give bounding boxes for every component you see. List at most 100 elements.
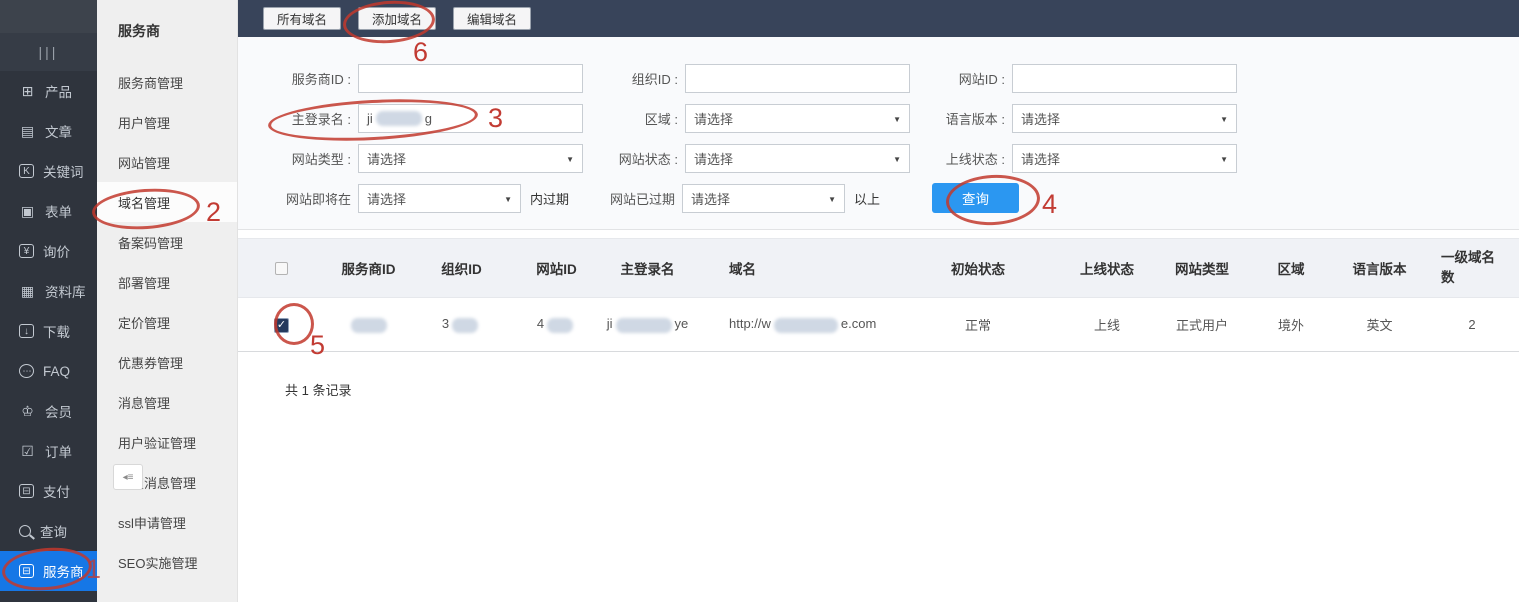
sidebar-item-query[interactable]: 查询: [0, 511, 97, 551]
language-label: 语言版本 :: [910, 109, 1012, 128]
region-select[interactable]: 请选择 ▼: [685, 104, 910, 133]
chevron-down-icon: ▼: [1220, 115, 1228, 124]
cell-top-domain-count[interactable]: 2: [1425, 317, 1519, 332]
submenu-item-user-management[interactable]: 用户管理: [97, 102, 237, 142]
header-org-id: 组织ID: [412, 258, 511, 278]
submenu-item-pricing-management[interactable]: 定价管理: [97, 302, 237, 342]
sidebar-item-icon: [19, 525, 31, 537]
header-online-status: 上线状态: [1058, 258, 1156, 278]
sidebar-item-articles[interactable]: ▤ 文章: [0, 111, 97, 151]
topbar-button-label: 添加域名: [372, 13, 422, 27]
sidebar-item-icon: ▦: [19, 283, 36, 299]
sidebar-item-forms[interactable]: ▣ 表单: [0, 191, 97, 231]
submenu-item-coupon-management[interactable]: 优惠券管理: [97, 342, 237, 382]
login-name-label: 主登录名 :: [260, 109, 358, 128]
chevron-down-icon: ▼: [828, 195, 836, 204]
submenu-item-label: 服务商管理: [118, 73, 183, 92]
cell-site-type: 正式用户: [1156, 315, 1248, 334]
language-select[interactable]: 请选择 ▼: [1012, 104, 1237, 133]
cell-provider-id: [325, 316, 412, 332]
login-name-value-prefix: ji: [367, 111, 373, 126]
provider-id-input[interactable]: [358, 64, 583, 93]
sidebar-item-download[interactable]: ↓ 下载: [0, 311, 97, 351]
sidebar-item-faq[interactable]: ⋯ FAQ: [0, 351, 97, 391]
sidebar-item-label: 订单: [45, 441, 72, 461]
region-select-value: 请选择: [694, 109, 733, 128]
sidebar-item-icon: ▤: [19, 123, 36, 139]
provider-id-label: 服务商ID :: [260, 69, 358, 88]
sidebar-item-payment[interactable]: ⊟ 支付: [0, 471, 97, 511]
redaction-blur: [376, 111, 422, 126]
expired-suffix: 以上: [854, 189, 880, 208]
submenu-item-provider-management[interactable]: 服务商管理: [97, 62, 237, 102]
site-status-select-value: 请选择: [694, 149, 733, 168]
topbar-button-add-domain[interactable]: 添加域名: [358, 7, 436, 30]
site-id-input[interactable]: [1012, 64, 1237, 93]
submenu-item-label: 备案码管理: [118, 233, 183, 252]
sidebar-item-keywords[interactable]: K 关键词: [0, 151, 97, 191]
topbar-button-edit-domain[interactable]: 编辑域名: [453, 7, 531, 30]
sidebar-item-label: 表单: [45, 201, 72, 221]
header-provider-id: 服务商ID: [325, 258, 412, 278]
site-type-select[interactable]: 请选择 ▼: [358, 144, 583, 173]
sidebar-item-label: 查询: [40, 521, 67, 541]
submenu-item-label: 优惠券管理: [118, 353, 183, 372]
sidebar-item-icon: ⋯: [19, 364, 34, 378]
topbar-button-all-domains[interactable]: 所有域名: [263, 7, 341, 30]
submenu-item-deployment-management[interactable]: 部署管理: [97, 262, 237, 302]
search-button[interactable]: 查询: [932, 183, 1019, 213]
primary-sidebar: ||| ⊞ 产品 ▤ 文章 K 关键词 ▣ 表单 ¥ 询价 ▦ 资料库 ↓: [0, 0, 97, 602]
sidebar-item-label: 关键词: [43, 161, 84, 181]
submenu-item-ssl-application-management[interactable]: ssl申请管理: [97, 502, 237, 542]
expired-select[interactable]: 请选择 ▼: [682, 184, 845, 213]
sidebar-item-icon: ♔: [19, 403, 36, 419]
sidebar-item-orders[interactable]: ☑ 订单: [0, 431, 97, 471]
submenu-item-seo-implementation-management[interactable]: SEO实施管理: [97, 542, 237, 582]
login-name-input[interactable]: ji g: [358, 104, 583, 133]
sidebar-corner: [0, 0, 97, 33]
submenu-item-message-management[interactable]: 消息管理: [97, 382, 237, 422]
menu-bars-icon[interactable]: |||: [0, 33, 97, 71]
sidebar-item-icon: ☑: [19, 443, 36, 459]
expire-in-suffix: 内过期: [530, 189, 569, 208]
online-status-label: 上线状态 :: [910, 149, 1012, 168]
cell-login-name: jiye: [602, 316, 693, 332]
collapse-sidebar-button[interactable]: ◂≡: [113, 464, 143, 490]
topbar-button-label: 所有域名: [277, 13, 327, 27]
expire-in-label: 网站即将在: [260, 189, 358, 208]
sidebar-item-members[interactable]: ♔ 会员: [0, 391, 97, 431]
sidebar-item-label: 产品: [45, 81, 72, 101]
submenu-item-website-management[interactable]: 网站管理: [97, 142, 237, 182]
sidebar-item-products[interactable]: ⊞ 产品: [0, 71, 97, 111]
sidebar-item-icon: ▣: [19, 203, 36, 219]
header-language: 语言版本: [1334, 258, 1425, 278]
cell-domain-link[interactable]: http://we.com: [693, 316, 898, 332]
secondary-nav: 服务商管理 用户管理 网站管理 域名管理 备案码管理 部署管理 定价管理 优惠券…: [97, 62, 237, 582]
row-checkbox[interactable]: ✓: [274, 318, 289, 333]
sidebar-item-icon: ¥: [19, 244, 34, 258]
expire-in-select[interactable]: 请选择 ▼: [358, 184, 521, 213]
submenu-item-user-verification-management[interactable]: 用户验证管理: [97, 422, 237, 462]
submenu-item-label: 网站管理: [118, 153, 170, 172]
sidebar-item-icon: ⊟: [19, 484, 34, 498]
sidebar-item-service-provider[interactable]: ⊟ 服务商: [0, 551, 97, 591]
chevron-down-icon: ▼: [893, 155, 901, 164]
select-all-checkbox[interactable]: [275, 262, 288, 275]
submenu-item-icp-code-management[interactable]: 备案码管理: [97, 222, 237, 262]
online-status-select[interactable]: 请选择 ▼: [1012, 144, 1237, 173]
cell-site-id: 4: [511, 316, 602, 332]
submenu-item-label: ssl申请管理: [118, 513, 186, 532]
site-id-label: 网站ID :: [910, 69, 1012, 88]
expired-label: 网站已过期: [569, 189, 682, 208]
sidebar-item-inquiry[interactable]: ¥ 询价: [0, 231, 97, 271]
table-header: 服务商ID 组织ID 网站ID 主登录名 域名 初始状态 上线状态 网站类型 区…: [238, 238, 1519, 298]
sidebar-item-library[interactable]: ▦ 资料库: [0, 271, 97, 311]
header-login-name: 主登录名: [602, 258, 693, 278]
site-status-select[interactable]: 请选择 ▼: [685, 144, 910, 173]
org-id-input[interactable]: [685, 64, 910, 93]
submenu-item-label: SEO实施管理: [118, 553, 197, 572]
chevron-down-icon: ▼: [893, 115, 901, 124]
cell-initial-status: 正常: [898, 315, 1058, 334]
cell-language: 英文: [1334, 315, 1425, 334]
submenu-item-domain-management[interactable]: 域名管理: [97, 182, 237, 222]
